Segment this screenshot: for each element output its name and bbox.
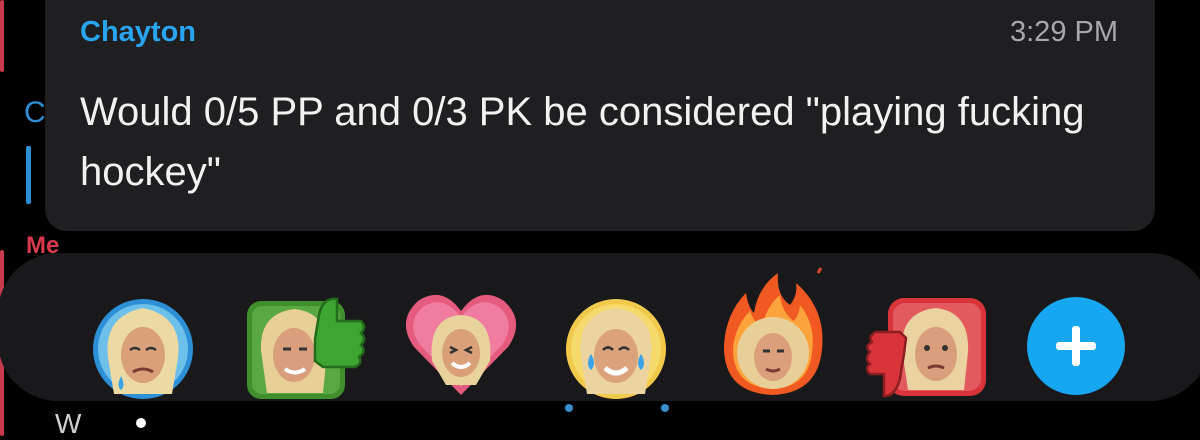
- reaction-fire[interactable]: [718, 265, 828, 400]
- laughing-tears-icon: [565, 299, 669, 412]
- partial-sender-label: C: [24, 96, 46, 129]
- message-card[interactable]: Chayton 3:29 PM Would 0/5 PP and 0/3 PK …: [45, 0, 1155, 231]
- add-reaction-button[interactable]: [1027, 297, 1125, 395]
- message-timestamp: 3:29 PM: [1010, 16, 1118, 48]
- thread-indicator-red: [0, 0, 4, 72]
- crying-face-icon: [93, 299, 193, 399]
- fire-icon: [723, 267, 823, 395]
- thread-indicator-blue: [26, 146, 31, 204]
- reaction-crying[interactable]: [88, 298, 198, 403]
- reaction-laughing[interactable]: [561, 296, 671, 416]
- partial-message-text: W: [55, 408, 82, 439]
- heart-icon: [405, 294, 517, 395]
- thumbs-down-icon: [866, 298, 986, 398]
- reaction-heart[interactable]: [402, 291, 520, 401]
- page-indicator-dot: [136, 418, 146, 428]
- reaction-thumbs-down[interactable]: [866, 296, 988, 411]
- thumbs-up-icon: [247, 297, 366, 399]
- message-text: Would 0/5 PP and 0/3 PK be considered "p…: [80, 90, 1085, 194]
- reaction-thumbs-up[interactable]: [243, 281, 368, 403]
- sender-name: Chayton: [80, 16, 196, 48]
